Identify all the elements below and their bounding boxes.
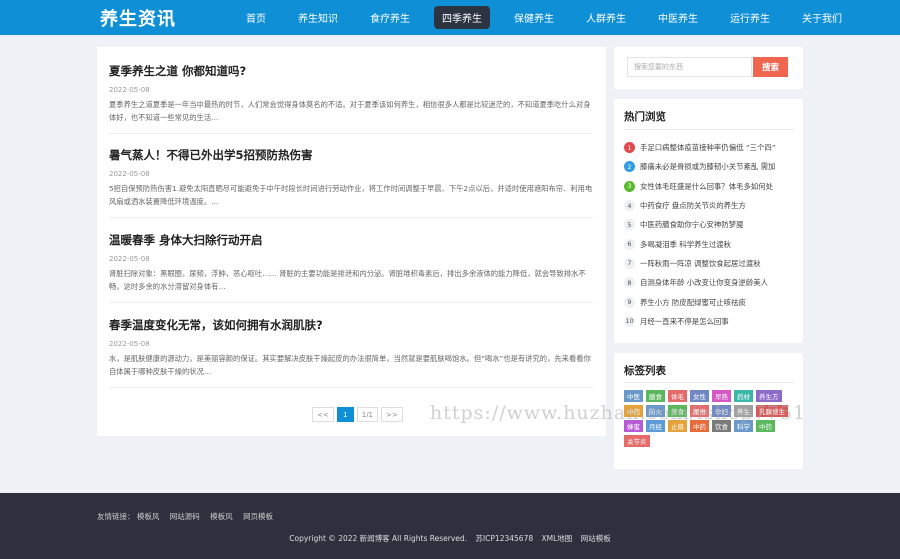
article-title[interactable]: 暑气蒸人！不得已外出学5招预防热伤害 — [109, 147, 593, 163]
article-list: 夏季养生之道 你都知道吗? 2022-05-08 夏季养生之道夏季是一年当中最热… — [97, 47, 606, 436]
hot-list-item[interactable]: 3 女性体毛旺盛是什么回事？体毛多如何处 — [624, 177, 796, 196]
rank-badge: 5 — [624, 219, 635, 231]
divider — [624, 382, 794, 383]
hot-list-item[interactable]: 2 膝痛未必是骨损或为膝韧小关节紊乱 需加 — [624, 157, 796, 176]
nav-exercise[interactable]: 运行养生 — [722, 6, 778, 29]
tag-chip[interactable]: 药材 — [734, 390, 753, 402]
tag-chip[interactable]: 体毛 — [668, 390, 687, 402]
rank-badge: 6 — [624, 238, 635, 250]
article-summary: 水，是肌肤健康的源动力，是美丽容颜的保证。其实要解决皮肤干燥起皮的办法很简单，当… — [109, 354, 591, 376]
friend-links: 友情链接： 模板风 网站源码 模板风 网页模板 — [97, 511, 281, 522]
rank-badge: 2 — [624, 161, 635, 173]
rank-badge: 3 — [624, 180, 635, 192]
hot-panel: 热门浏览 1 手足口病整体疫苗接种率仍偏低 “三个四” 2 膝痛未必是骨损或为膝韧小关… — [614, 99, 803, 343]
hot-list-item[interactable]: 10 月经一直来不停是怎么回事 — [624, 312, 796, 331]
article-title[interactable]: 春季温度变化无常，该如何拥有水润肌肤? — [109, 317, 593, 333]
hot-item-title[interactable]: 膝痛未必是骨损或为膝韧小关节紊乱 需加 — [640, 161, 775, 172]
hot-item-title[interactable]: 养生小方 防皮配绿蜜可止咳祛痰 — [640, 297, 746, 308]
hot-item-title[interactable]: 女性体毛旺盛是什么回事？体毛多如何处 — [640, 181, 773, 192]
hot-item-title[interactable]: 手足口病整体疫苗接种率仍偏低 “三个四” — [640, 142, 776, 153]
hot-item-title[interactable]: 中药食疗 盘点防关节炎的养生方 — [640, 200, 746, 211]
pager-next-button[interactable]: >> — [381, 407, 403, 422]
nav-diet-therapy[interactable]: 食疗养生 — [362, 6, 418, 29]
friend-link[interactable]: 网站源码 — [170, 512, 200, 521]
article-date: 2022-05-08 — [109, 340, 150, 348]
hot-list-item[interactable]: 4 中药食疗 盘点防关节炎的养生方 — [624, 196, 796, 215]
pager-current-page[interactable]: 1 — [336, 407, 354, 422]
watermark: https://www.huzhan.com/ishop7751 — [430, 402, 807, 424]
hot-item-title[interactable]: 月经一直来不停是怎么回事 — [640, 316, 729, 327]
article-item: 温暖春季 身体大扫除行动开启 2022-05-08 肾脏扫除对象：黑眼圈，尿频，… — [109, 232, 593, 303]
sitemap-link[interactable]: XML地图 — [542, 534, 573, 543]
nav-home[interactable]: 首页 — [238, 6, 274, 29]
copyright-text: Copyright © 2022 新闻博客 All Rights Reserve… — [289, 534, 468, 543]
nav-about[interactable]: 关于我们 — [794, 6, 850, 29]
tag-chip[interactable]: 膳食 — [646, 390, 665, 402]
links-label: 友情链接： — [97, 512, 135, 521]
icp-link[interactable]: 苏ICP12345678 — [475, 534, 533, 543]
tags-title: 标签列表 — [624, 365, 666, 377]
nav-population[interactable]: 人群养生 — [578, 6, 634, 29]
search-panel: 搜索您要的东西 搜索 — [614, 47, 803, 89]
pager-total: 1/1 — [356, 407, 378, 422]
article-title[interactable]: 温暖春季 身体大扫除行动开启 — [109, 232, 593, 248]
hot-item-title[interactable]: 一阵秋雨一阵凉 调整饮食起居过渡秋 — [640, 258, 761, 269]
hot-item-title[interactable]: 自测身体年龄 小改变让你变身逆龄美人 — [640, 277, 768, 288]
article-summary: 夏季养生之道夏季是一年当中最热的时节，人们常会觉得身体莫名的不适。对于夏季该如何… — [109, 100, 591, 122]
tag-chip[interactable]: 养生方 — [756, 390, 782, 402]
rank-badge: 10 — [624, 315, 635, 327]
top-header: 养生资讯 首页 养生知识 食疗养生 四季养生 保健养生 人群养生 中医养生 运行… — [0, 0, 900, 35]
article-item: 夏季养生之道 你都知道吗? 2022-05-08 夏季养生之道夏季是一年当中最热… — [109, 63, 593, 134]
hot-item-title[interactable]: 多喝凝泪季 科学养生过渡秋 — [640, 239, 731, 250]
site-logo[interactable]: 养生资讯 — [100, 5, 176, 31]
article-summary: 肾脏扫除对象：黑眼圈，尿频，浮肿，恶心呕吐…… 肾脏的主要功能是排泄和内分泌。肾… — [109, 269, 586, 291]
hot-item-title[interactable]: 中医药膳食助你宁心安神防梦魇 — [640, 219, 743, 230]
tag-chip[interactable]: 早熟 — [712, 390, 731, 402]
pagination: << 1 1/1 >> — [312, 407, 406, 422]
main-nav: 首页 养生知识 食疗养生 四季养生 保健养生 人群养生 中医养生 运行养生 关于… — [238, 0, 866, 35]
nav-tcm[interactable]: 中医养生 — [650, 6, 706, 29]
hot-list-item[interactable]: 7 一阵秋雨一阵凉 调整饮食起居过渡秋 — [624, 254, 796, 273]
article-item: 暑气蒸人！不得已外出学5招预防热伤害 2022-05-08 5招自保预防热伤害1… — [109, 147, 593, 218]
divider — [624, 129, 794, 130]
hot-list-item[interactable]: 6 多喝凝泪季 科学养生过渡秋 — [624, 234, 796, 253]
nav-health-care[interactable]: 保健养生 — [506, 6, 562, 29]
search-input[interactable]: 搜索您要的东西 — [627, 57, 752, 77]
rank-badge: 8 — [624, 277, 635, 289]
hot-list-item[interactable]: 5 中医药膳食助你宁心安神防梦魇 — [624, 215, 796, 234]
pager-prev-button[interactable]: << — [312, 407, 334, 422]
hot-list-item[interactable]: 9 养生小方 防皮配绿蜜可止咳祛痰 — [624, 292, 796, 311]
hot-list-item[interactable]: 8 自测身体年龄 小改变让你变身逆龄美人 — [624, 273, 796, 292]
rank-badge: 1 — [624, 142, 635, 154]
tag-chip[interactable]: 女性 — [690, 390, 709, 402]
friend-link[interactable]: 模板风 — [210, 512, 233, 521]
article-item: 春季温度变化无常，该如何拥有水润肌肤? 2022-05-08 水，是肌肤健康的源… — [109, 317, 593, 388]
hot-list: 1 手足口病整体疫苗接种率仍偏低 “三个四” 2 膝痛未必是骨损或为膝韧小关节紊乱 需… — [624, 138, 796, 331]
article-date: 2022-05-08 — [109, 255, 150, 263]
rank-badge: 7 — [624, 257, 635, 269]
tag-chip[interactable]: 关节炎 — [624, 435, 650, 447]
tag-chip[interactable]: 中医 — [624, 390, 643, 402]
article-date: 2022-05-08 — [109, 170, 150, 178]
nav-seasonal[interactable]: 四季养生 — [434, 6, 490, 29]
article-date: 2022-05-08 — [109, 86, 150, 94]
footer: 友情链接： 模板风 网站源码 模板风 网页模板 Copyright © 2022… — [0, 493, 900, 559]
copyright: Copyright © 2022 新闻博客 All Rights Reserve… — [0, 533, 900, 544]
nav-health-knowledge[interactable]: 养生知识 — [290, 6, 346, 29]
friend-link[interactable]: 模板风 — [137, 512, 160, 521]
article-summary: 5招自保预防热伤害1.避免太阳直晒尽可能避免于中午时段长时间进行劳动作业，将工作… — [109, 184, 593, 206]
rank-badge: 4 — [624, 200, 635, 212]
hot-list-item[interactable]: 1 手足口病整体疫苗接种率仍偏低 “三个四” — [624, 138, 796, 157]
template-link[interactable]: 网站模板 — [581, 534, 611, 543]
friend-link[interactable]: 网页模板 — [243, 512, 273, 521]
rank-badge: 9 — [624, 296, 635, 308]
hot-title: 热门浏览 — [624, 111, 666, 123]
article-title[interactable]: 夏季养生之道 你都知道吗? — [109, 63, 593, 79]
search-button[interactable]: 搜索 — [753, 57, 788, 77]
